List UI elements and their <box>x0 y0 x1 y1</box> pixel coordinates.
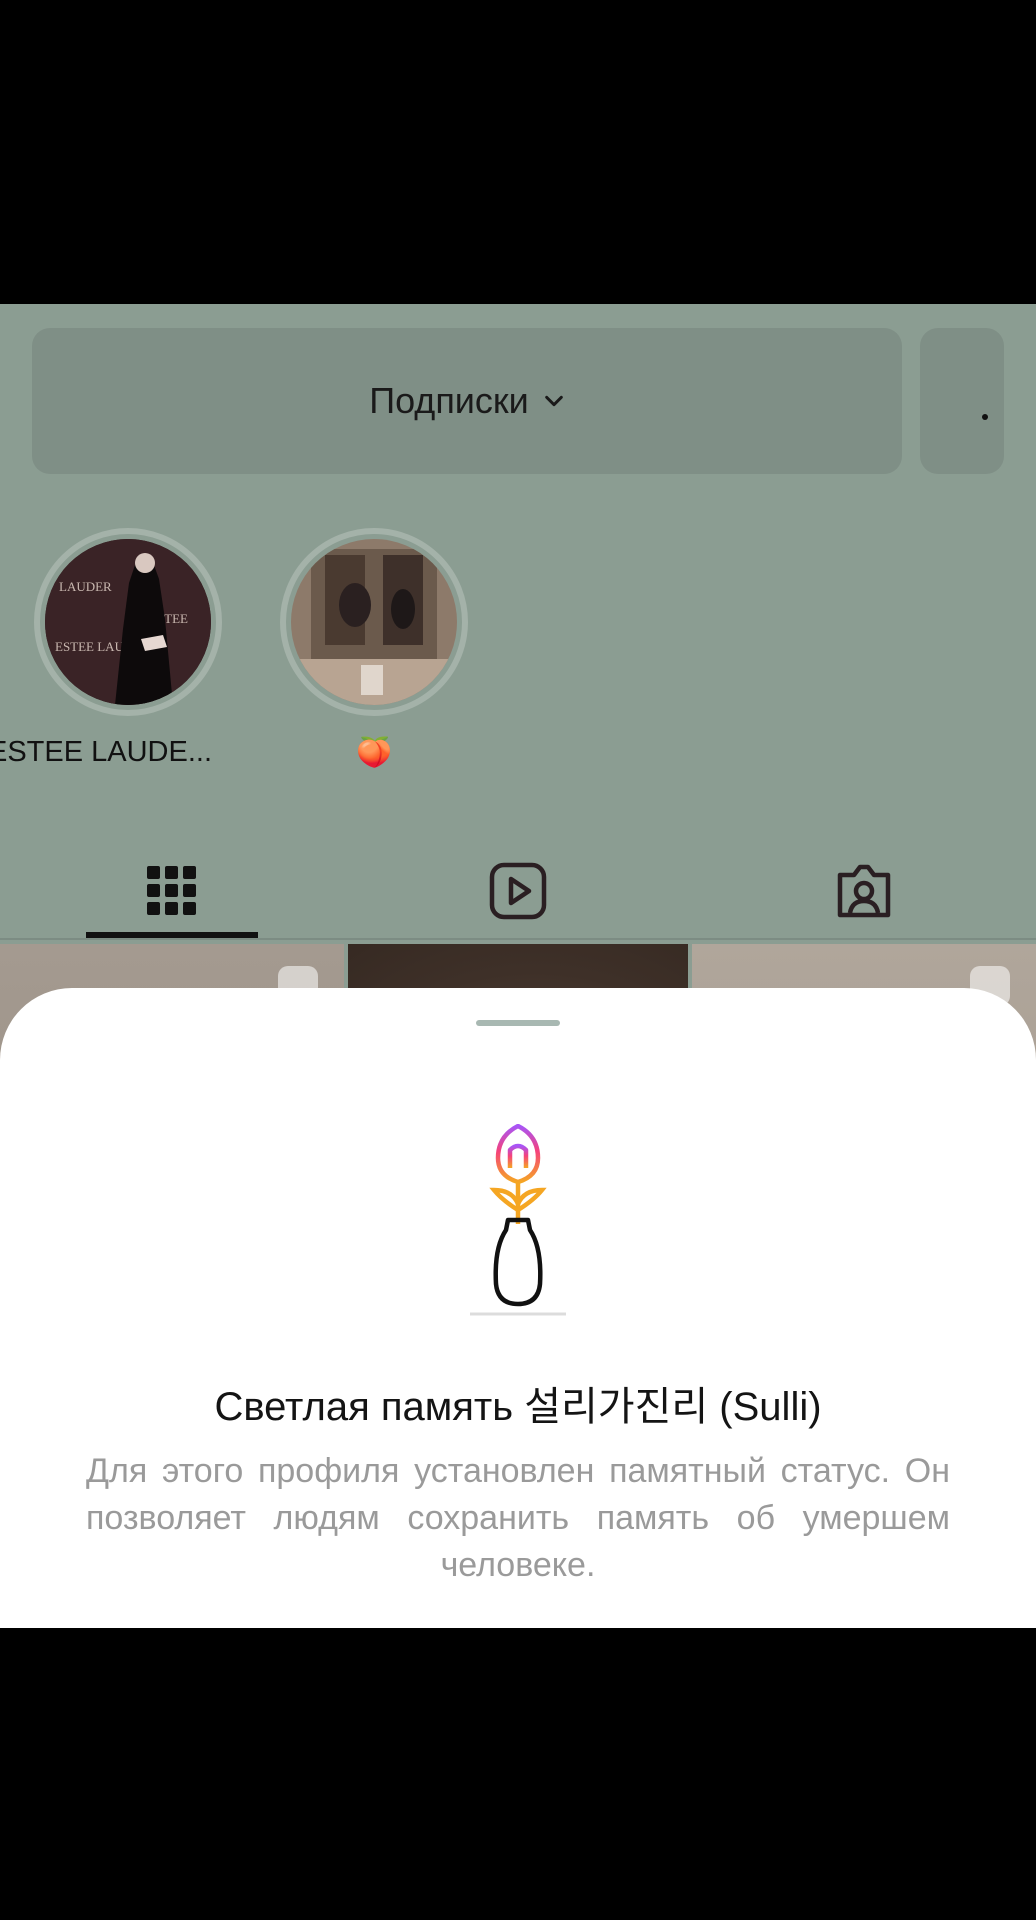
profile-tabs <box>0 836 1036 946</box>
highlight-cover-image: LAUDER ESTEE LAUDE ESTEE <box>45 539 211 705</box>
highlight-label: 🍑 <box>355 737 393 769</box>
svg-text:LAUDER: LAUDER <box>59 579 112 594</box>
highlight-cover-image <box>291 539 457 705</box>
tab-grid[interactable] <box>122 836 222 946</box>
highlight-ring: LAUDER ESTEE LAUDE ESTEE <box>34 528 222 716</box>
more-options-button[interactable] <box>920 328 1004 474</box>
grid-icon <box>147 866 196 915</box>
tab-divider <box>0 938 1036 940</box>
tagged-icon <box>837 864 891 918</box>
highlight-label: ESTEE LAUDE... <box>0 736 213 768</box>
memorial-flower-vase-icon <box>470 1124 566 1316</box>
memorial-title: Светлая память 설리가진리 (Sulli) <box>214 1385 822 1429</box>
sheet-drag-handle[interactable] <box>476 1020 560 1026</box>
highlight-item[interactable]: LAUDER ESTEE LAUDE ESTEE ESTEE LAUDE... <box>0 528 222 769</box>
more-dot-icon <box>982 414 988 420</box>
active-tab-indicator <box>86 932 258 938</box>
memorial-bottom-sheet: Светлая память 설리가진리 (Sulli) Для этого п… <box>0 988 1036 1628</box>
highlight-ring <box>280 528 468 716</box>
tab-tagged[interactable] <box>814 836 914 946</box>
tab-reels[interactable] <box>468 836 568 946</box>
following-button[interactable]: Подписки <box>32 328 902 474</box>
reels-icon <box>489 862 547 920</box>
highlight-item[interactable]: 🍑 <box>280 528 468 770</box>
chevron-down-icon <box>544 395 563 407</box>
following-button-label: Подписки <box>369 380 529 421</box>
memorial-description: Для этого профиля установлен памятный ст… <box>86 1452 950 1584</box>
